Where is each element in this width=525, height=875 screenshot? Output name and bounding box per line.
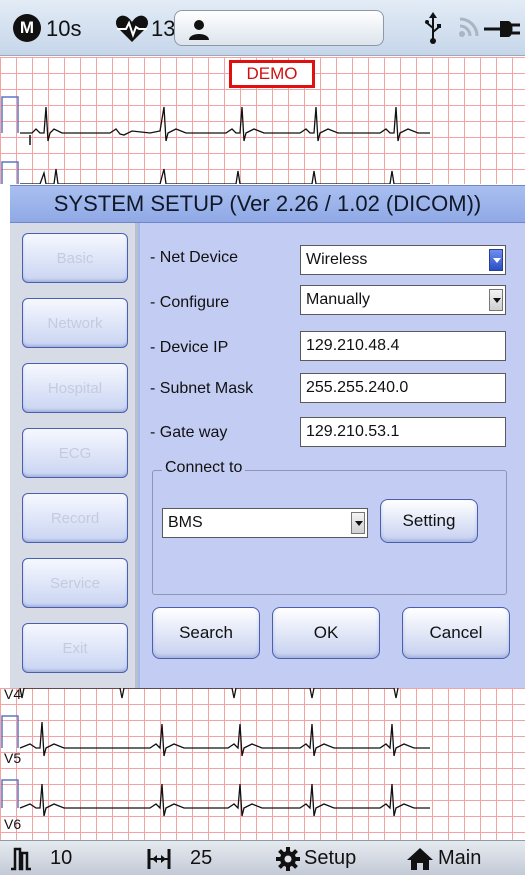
nav-network-button[interactable]: Network: [22, 298, 128, 348]
net-device-label: - Net Device: [150, 249, 239, 266]
setup-nav-panel: Basic Network Hospital ECG Record Servic…: [10, 223, 138, 688]
network-settings-panel: - Net Device Wireless - Configure Manual…: [140, 223, 525, 688]
main-button[interactable]: Main: [402, 841, 512, 875]
nav-record-button[interactable]: Record: [22, 493, 128, 543]
speed-value: 25: [190, 847, 213, 869]
setting-button[interactable]: Setting: [380, 499, 478, 543]
ecg-grid-bottom: V4 V5 V6: [0, 686, 525, 840]
chevron-down-icon: [351, 512, 365, 534]
search-button[interactable]: Search: [152, 607, 260, 659]
ok-button[interactable]: OK: [272, 607, 380, 659]
gateway-field[interactable]: 129.210.53.1: [300, 417, 506, 447]
status-bar: M 10s 135: [0, 0, 525, 56]
plug-icon: [484, 18, 522, 45]
m-circle-icon: M: [13, 14, 41, 42]
net-device-select[interactable]: Wireless: [300, 245, 506, 275]
speed-icon: [147, 849, 171, 869]
user-button[interactable]: [174, 10, 384, 46]
ecg-trace-bottom: [1, 688, 430, 817]
nav-service-button[interactable]: Service: [22, 558, 128, 608]
setup-label: Setup: [304, 847, 357, 869]
sensitivity-value: 10: [50, 847, 73, 869]
wifi-icon: [458, 16, 480, 43]
sensitivity-button[interactable]: 10: [6, 841, 116, 875]
device-ip-field[interactable]: 129.210.48.4: [300, 331, 506, 361]
configure-label: - Configure: [150, 294, 230, 311]
nav-exit-button[interactable]: Exit: [22, 623, 128, 673]
duration-readout: 10s: [46, 16, 82, 41]
home-icon: [407, 848, 433, 870]
chevron-down-icon: [489, 289, 503, 311]
nav-basic-button[interactable]: Basic: [22, 233, 128, 283]
main-label: Main: [438, 847, 482, 869]
setup-button[interactable]: Setup: [272, 841, 382, 875]
gear-icon: [276, 847, 300, 871]
dialog-title: SYSTEM SETUP (Ver 2.26 / 1.02 (DICOM)): [10, 185, 525, 223]
net-device-value: Wireless: [306, 251, 368, 268]
lead-label-v6: V6: [4, 816, 22, 832]
chevron-down-icon: [489, 249, 503, 271]
usb-icon: [424, 12, 442, 49]
device-ip-label: - Device IP: [150, 339, 229, 356]
sensitivity-icon: [11, 847, 31, 871]
nav-ecg-button[interactable]: ECG: [22, 428, 128, 478]
heart-icon: [115, 14, 149, 49]
nav-hospital-button[interactable]: Hospital: [22, 363, 128, 413]
connect-to-select[interactable]: BMS: [162, 508, 368, 538]
bottom-toolbar: 10 25 Setup Main: [0, 840, 525, 875]
subnet-mask-label: - Subnet Mask: [150, 380, 254, 397]
speed-button[interactable]: 25: [142, 841, 252, 875]
configure-value: Manually: [306, 291, 371, 308]
configure-select[interactable]: Manually: [300, 285, 506, 315]
connect-to-title: Connect to: [162, 459, 246, 477]
lead-label-v5: V5: [4, 750, 22, 766]
gateway-label: - Gate way: [150, 424, 228, 441]
demo-badge: DEMO: [229, 60, 315, 88]
lead-label-v4: V4: [4, 686, 22, 702]
connect-to-value: BMS: [168, 514, 203, 531]
cancel-button[interactable]: Cancel: [402, 607, 510, 659]
subnet-mask-field[interactable]: 255.255.240.0: [300, 373, 506, 403]
user-icon: [189, 20, 209, 40]
system-setup-dialog: Basic Network Hospital ECG Record Servic…: [10, 223, 525, 688]
